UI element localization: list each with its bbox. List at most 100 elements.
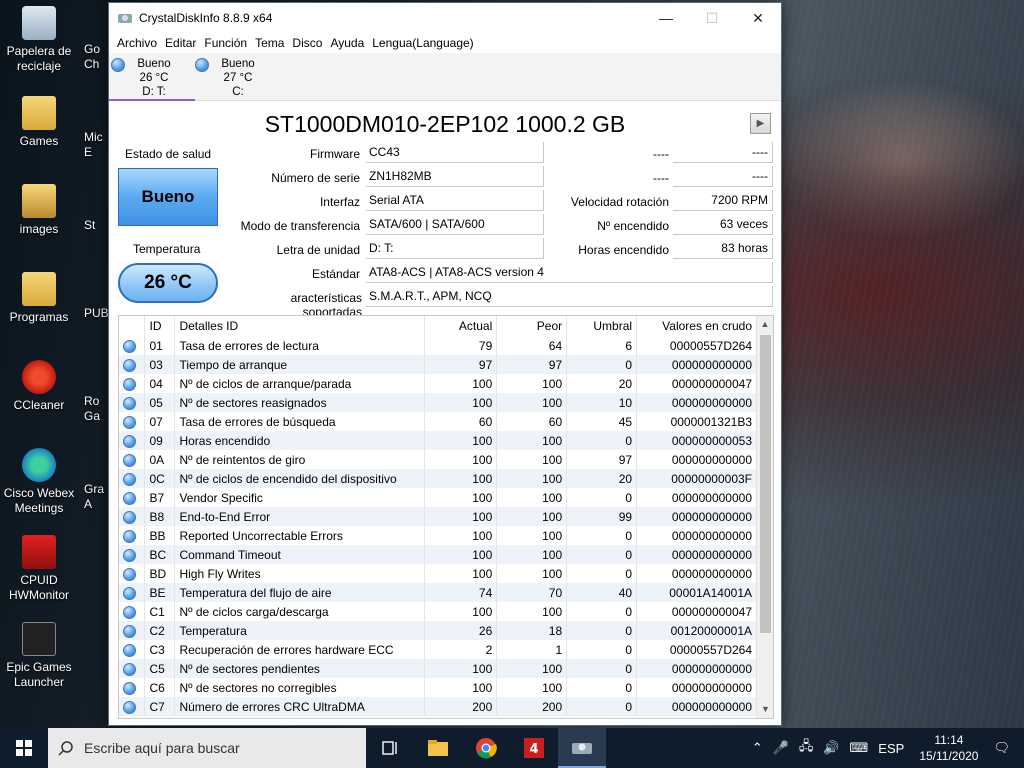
maximize-button[interactable]: ☐ bbox=[689, 3, 735, 33]
desktop-icon-programas[interactable]: Programas bbox=[1, 272, 77, 325]
health-status-button[interactable]: Bueno bbox=[118, 168, 218, 226]
volume-icon[interactable]: 🔊 bbox=[823, 740, 839, 756]
cell-worst: 200 bbox=[496, 697, 568, 716]
desktop-icon-partial[interactable]: Gra A bbox=[84, 482, 108, 512]
cell-status bbox=[119, 393, 146, 412]
temperature-button[interactable]: 26 °C bbox=[118, 263, 218, 303]
column-current[interactable]: Actual bbox=[424, 316, 498, 336]
table-row[interactable]: BB Reported Uncorrectable Errors 100 100 0 00… bbox=[119, 526, 757, 545]
transfer-mode-label: Modo de transferencia bbox=[240, 219, 360, 233]
column-raw[interactable]: Valores en crudo bbox=[636, 316, 757, 336]
table-row[interactable]: B8 End-to-End Error 100 100 99 000000000000 bbox=[119, 507, 757, 526]
minimize-button[interactable]: — bbox=[643, 3, 689, 33]
cell-id: 09 bbox=[144, 431, 176, 450]
task-view-button[interactable] bbox=[366, 728, 414, 768]
scroll-down-icon[interactable]: ▼ bbox=[757, 701, 773, 718]
table-row[interactable]: B7 Vendor Specific 100 100 0 000000000000 bbox=[119, 488, 757, 507]
table-row[interactable]: C7 Número de errores CRC UltraDMA 200 200 0 0… bbox=[119, 697, 757, 716]
cell-details: Nº de ciclos de encendido del dispositiv… bbox=[174, 469, 426, 488]
features-value: S.M.A.R.T., APM, NCQ bbox=[366, 286, 773, 307]
table-row[interactable]: 03 Tiempo de arranque 97 97 0 000000000000 bbox=[119, 355, 757, 374]
microphone-icon[interactable]: 🎤 bbox=[773, 740, 789, 756]
desktop-icon-partial[interactable]: PUB bbox=[84, 306, 108, 321]
start-button[interactable] bbox=[0, 728, 48, 768]
blank-value-1: ---- bbox=[673, 142, 773, 163]
folder-icon bbox=[22, 272, 56, 306]
taskbar-chrome[interactable] bbox=[462, 728, 510, 768]
close-button[interactable]: ✕ bbox=[735, 3, 781, 33]
desktop-icon-epic-games[interactable]: Epic Games Launcher bbox=[1, 622, 77, 690]
desktop-icon-label: Epic Games Launcher bbox=[6, 660, 72, 689]
titlebar[interactable]: CrystalDiskInfo 8.8.9 x64 — ☐ ✕ bbox=[109, 3, 781, 33]
drive-tab-d[interactable]: Bueno 26 °C D: T: bbox=[109, 55, 195, 101]
desktop-icon-images[interactable]: images bbox=[1, 184, 77, 237]
drive-tab-c[interactable]: Bueno 27 °C C: bbox=[193, 55, 279, 99]
cell-threshold: 0 bbox=[566, 621, 638, 640]
table-row[interactable]: C6 Nº de sectores no corregibles 100 100 0 00… bbox=[119, 678, 757, 697]
column-id[interactable]: ID bbox=[144, 316, 176, 336]
language-indicator[interactable]: ESP bbox=[878, 741, 904, 756]
menu-editar[interactable]: Editar bbox=[161, 36, 200, 50]
status-good-icon bbox=[123, 453, 136, 467]
menu-disco[interactable]: Disco bbox=[288, 36, 326, 50]
menu-funcion[interactable]: Función bbox=[200, 36, 251, 50]
table-row[interactable]: BC Command Timeout 100 100 0 000000000000 bbox=[119, 545, 757, 564]
smart-table[interactable]: ID Detalles ID Actual Peor Umbral Valore… bbox=[118, 315, 774, 719]
notifications-icon[interactable]: 🗨 bbox=[993, 740, 1010, 756]
table-row[interactable]: 0C Nº de ciclos de encendido del disposit… bbox=[119, 469, 757, 488]
table-scrollbar[interactable]: ▲ ▼ bbox=[756, 316, 773, 718]
desktop-icon-recycle-bin[interactable]: Papelera de reciclaje bbox=[1, 6, 77, 74]
menu-lengua[interactable]: Lengua(Language) bbox=[368, 36, 477, 50]
table-row[interactable]: C3 Recuperación de errores hardware ECC 2 1… bbox=[119, 640, 757, 659]
desktop-icon-partial[interactable]: Ro Ga bbox=[84, 394, 108, 424]
chrome-icon bbox=[476, 738, 497, 759]
table-row[interactable]: C2 Temperatura 26 18 0 00120000001A bbox=[119, 621, 757, 640]
table-row[interactable]: 04 Nº de ciclos de arranque/parada 100 100 2… bbox=[119, 374, 757, 393]
taskbar-app-4[interactable]: 4 bbox=[510, 728, 558, 768]
table-row[interactable]: 07 Tasa de errores de búsqueda 60 60 45 00000… bbox=[119, 412, 757, 431]
next-disk-button[interactable]: ▶ bbox=[750, 113, 771, 134]
desktop-icon-partial[interactable]: St bbox=[84, 218, 108, 233]
column-details[interactable]: Detalles ID bbox=[174, 316, 426, 336]
network-icon[interactable]: 🖧 bbox=[799, 737, 814, 759]
table-row[interactable]: BD High Fly Writes 100 100 0 000000000000 bbox=[119, 564, 757, 583]
scroll-up-icon[interactable]: ▲ bbox=[757, 316, 773, 333]
taskbar-search[interactable]: Escribe aquí para buscar bbox=[48, 728, 366, 768]
taskbar-file-explorer[interactable] bbox=[414, 728, 462, 768]
desktop-icon-partial[interactable]: Go Ch bbox=[84, 42, 108, 72]
desktop-icon-partial[interactable]: Mic E bbox=[84, 130, 108, 160]
desktop-icon-hwmonitor[interactable]: CPUID HWMonitor bbox=[1, 535, 77, 603]
cell-threshold: 45 bbox=[566, 412, 638, 431]
desktop-icon-ccleaner[interactable]: CCleaner bbox=[1, 360, 77, 413]
table-row[interactable]: 01 Tasa de errores de lectura 79 64 6 0000055… bbox=[119, 336, 757, 355]
status-good-icon bbox=[123, 624, 136, 638]
desktop-icon-webex[interactable]: Cisco Webex Meetings bbox=[1, 448, 77, 516]
menu-ayuda[interactable]: Ayuda bbox=[326, 36, 368, 50]
cell-raw: 0000001321B3 bbox=[636, 412, 757, 431]
table-row[interactable]: 05 Nº de sectores reasignados 100 100 10 0000… bbox=[119, 393, 757, 412]
scroll-thumb[interactable] bbox=[760, 335, 771, 633]
cell-status bbox=[119, 374, 146, 393]
column-threshold[interactable]: Umbral bbox=[566, 316, 638, 336]
cell-threshold: 0 bbox=[566, 488, 638, 507]
table-row[interactable]: 09 Horas encendido 100 100 0 000000000053 bbox=[119, 431, 757, 450]
cell-details: Nº de reintentos de giro bbox=[174, 450, 426, 469]
table-row[interactable]: C5 Nº de sectores pendientes 100 100 0 000000… bbox=[119, 659, 757, 678]
taskbar-crystaldiskinfo[interactable] bbox=[558, 728, 606, 768]
table-row[interactable]: BE Temperatura del flujo de aire 74 70 40 000… bbox=[119, 583, 757, 602]
menu-tema[interactable]: Tema bbox=[251, 36, 288, 50]
keyboard-icon[interactable]: ⌨ bbox=[850, 740, 869, 756]
status-good-icon bbox=[111, 58, 125, 72]
cell-threshold: 0 bbox=[566, 431, 638, 450]
menu-archivo[interactable]: Archivo bbox=[113, 36, 161, 50]
column-status[interactable] bbox=[119, 316, 146, 336]
cell-details: Recuperación de errores hardware ECC bbox=[174, 640, 426, 659]
chevron-up-icon[interactable]: ⌃ bbox=[752, 740, 763, 756]
clock[interactable]: 11:14 15/11/2020 bbox=[919, 732, 978, 764]
table-row[interactable]: C1 Nº de ciclos carga/descarga 100 100 0 0000… bbox=[119, 602, 757, 621]
column-worst[interactable]: Peor bbox=[496, 316, 568, 336]
desktop-icon-games[interactable]: Games bbox=[1, 96, 77, 149]
task-view-icon bbox=[382, 741, 397, 755]
table-row[interactable]: 0A Nº de reintentos de giro 100 100 97 000000… bbox=[119, 450, 757, 469]
cell-status bbox=[119, 526, 146, 545]
